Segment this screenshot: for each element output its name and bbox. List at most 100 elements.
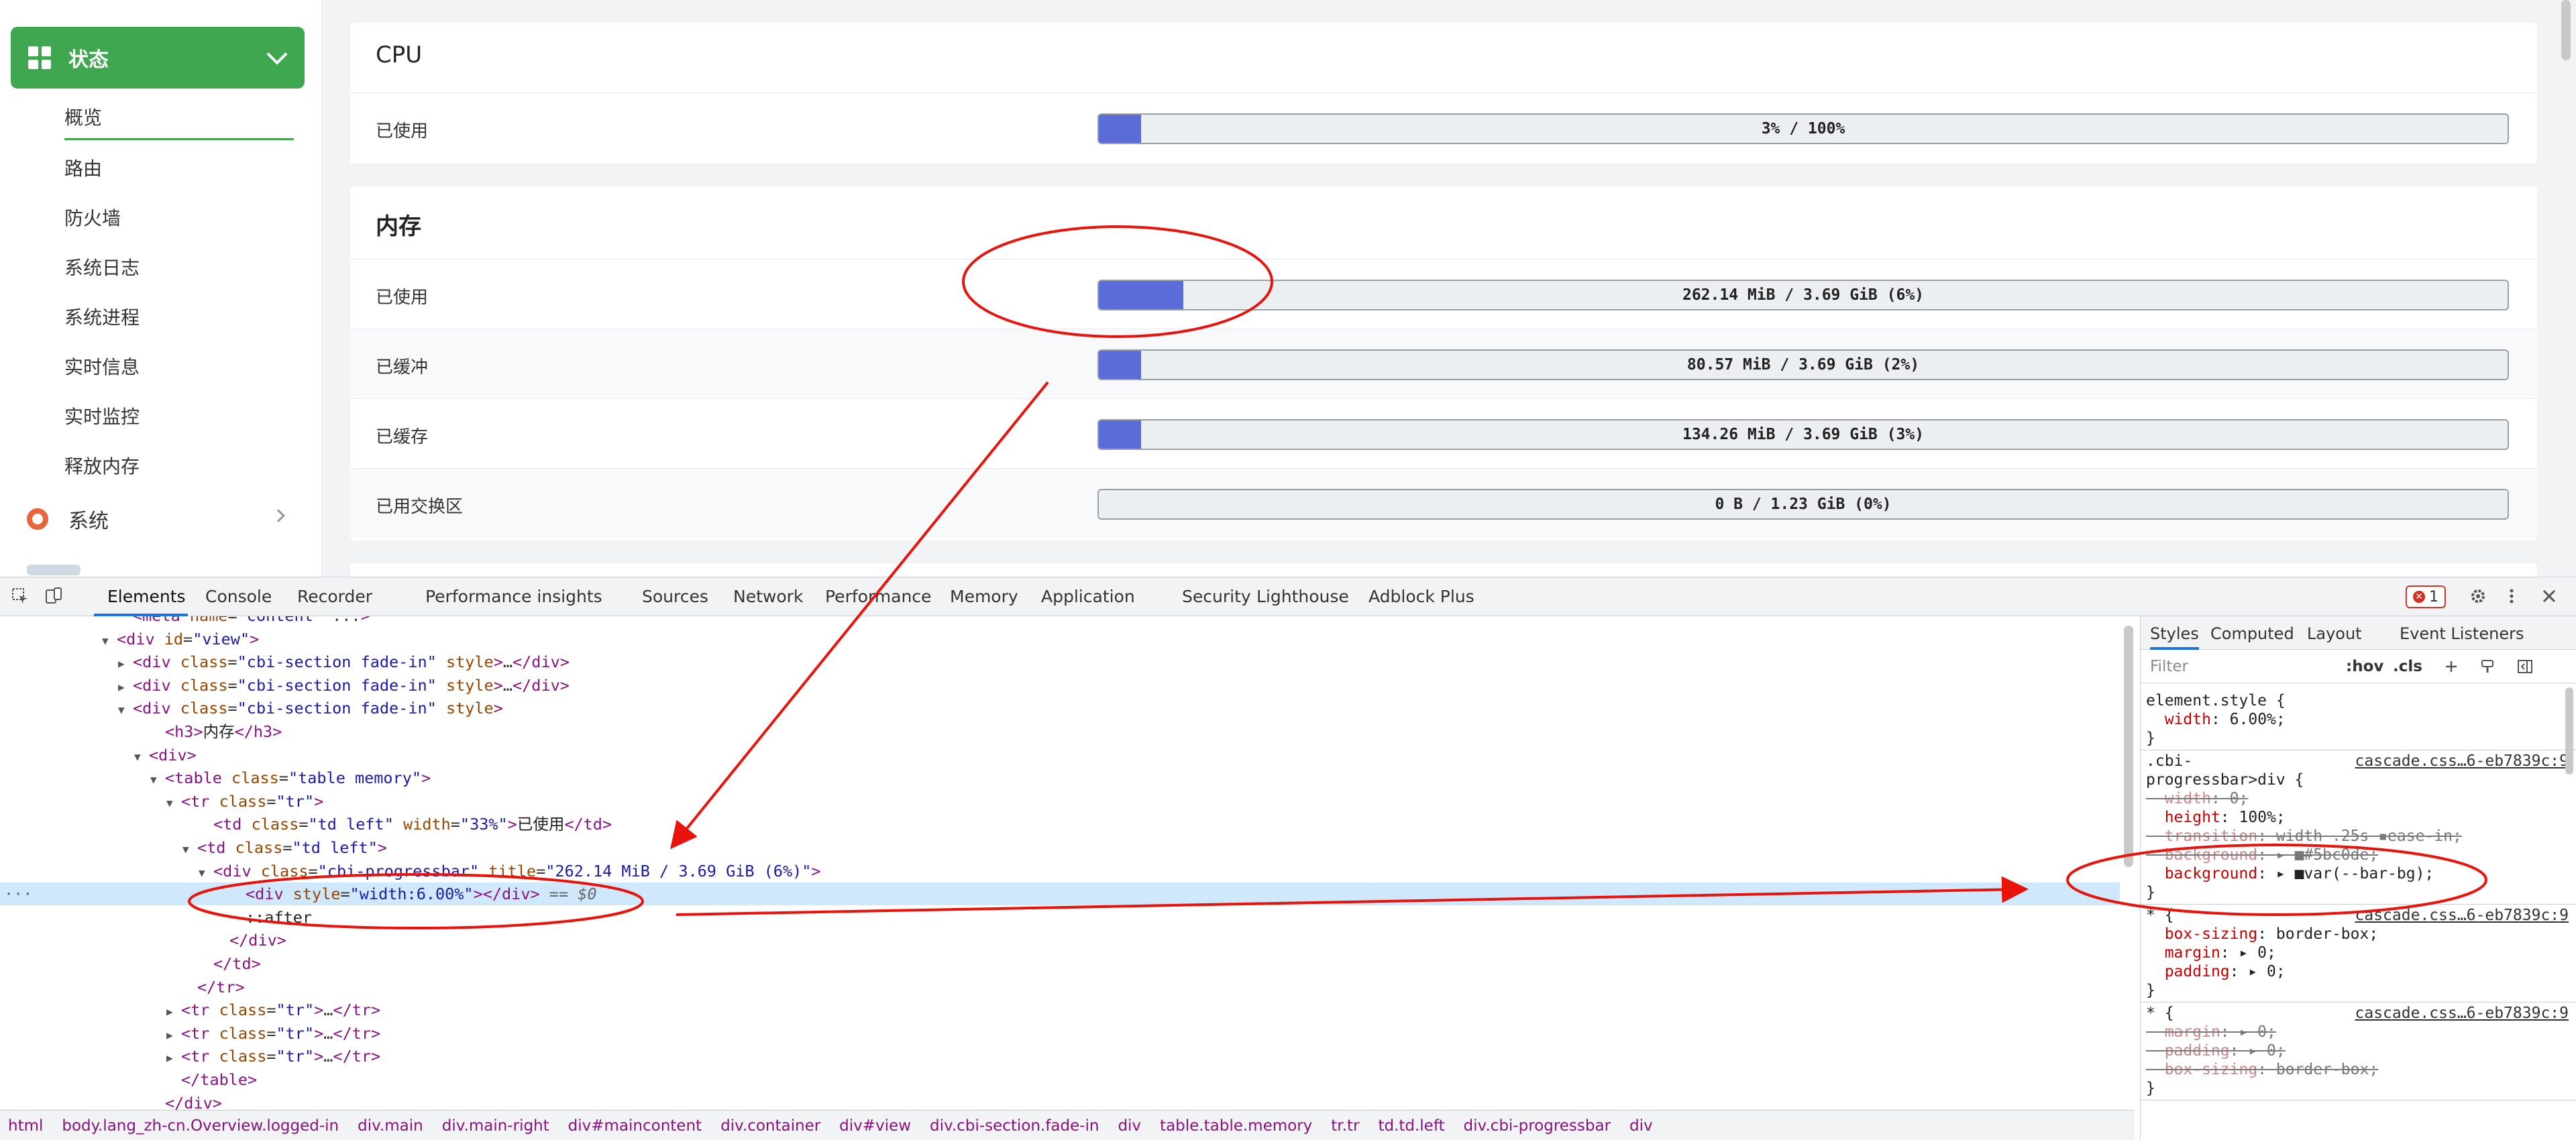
dom-node[interactable]: ▶ <tr class="tr">…</tr> bbox=[0, 1022, 2120, 1045]
breadcrumb-item[interactable]: div bbox=[1629, 1117, 1653, 1135]
css-property[interactable]: background bbox=[2165, 846, 2257, 864]
sidebar-item-routes[interactable]: 路由 bbox=[64, 154, 102, 181]
dom-node[interactable]: ▼ <tr class="tr"> bbox=[0, 790, 2120, 813]
css-value[interactable]: : 100%; bbox=[2220, 809, 2286, 826]
style-line[interactable]: width: 0; bbox=[2146, 789, 2569, 808]
dom-node[interactable]: ▶ <tr class="tr">…</tr> bbox=[0, 1045, 2120, 1068]
style-line[interactable]: background: ▸ ■var(--bar-bg); bbox=[2146, 864, 2569, 883]
tab-console[interactable]: Console bbox=[205, 587, 272, 606]
css-value[interactable]: : ▸ ■#5bc0de; bbox=[2257, 846, 2378, 864]
css-value[interactable]: : ▸ 0; bbox=[2220, 944, 2276, 962]
css-property[interactable]: background bbox=[2165, 865, 2257, 882]
dom-node[interactable]: ▼ <div class="cbi-section fade-in" style> bbox=[0, 697, 2120, 720]
sidebar-item-processes[interactable]: 系统进程 bbox=[64, 303, 140, 330]
breadcrumb-item[interactable]: div#view bbox=[839, 1117, 911, 1135]
style-line[interactable]: transition: width .25s ▪ease-in; bbox=[2146, 827, 2569, 846]
page-scrollbar[interactable] bbox=[2561, 0, 2571, 60]
dom-node[interactable]: ::after bbox=[0, 906, 2120, 929]
error-count-badge[interactable]: ✕ 1 bbox=[2406, 585, 2446, 608]
dom-node[interactable]: ▶ <div class="cbi-section fade-in" style>… bbox=[0, 674, 2120, 697]
node-actions-icon[interactable]: ··· bbox=[4, 882, 32, 905]
style-line[interactable]: progressbar>div { bbox=[2146, 771, 2569, 789]
css-value[interactable]: : 0; bbox=[2211, 790, 2248, 807]
breadcrumb-item[interactable]: div.cbi-progressbar bbox=[1464, 1117, 1611, 1135]
style-line[interactable]: box-sizing: border-box; bbox=[2146, 1060, 2569, 1079]
cls-toggle[interactable]: .cls bbox=[2393, 658, 2422, 675]
breadcrumb-item[interactable]: tr.tr bbox=[1331, 1117, 1359, 1135]
tab-recorder[interactable]: Recorder bbox=[297, 587, 372, 606]
dom-node[interactable]: </table> bbox=[0, 1068, 2120, 1091]
tab-security[interactable]: Security bbox=[1182, 587, 1251, 606]
style-source-link[interactable]: cascade.css…6-eb7839c:9 bbox=[2355, 1004, 2569, 1023]
css-property[interactable]: height bbox=[2165, 809, 2220, 826]
breadcrumb-item[interactable]: div bbox=[1118, 1117, 1141, 1135]
close-icon[interactable] bbox=[2540, 587, 2559, 606]
css-property[interactable]: transition bbox=[2165, 828, 2257, 845]
sidebar-toggle-icon[interactable] bbox=[2516, 658, 2534, 675]
style-line[interactable]: * {cascade.css…6-eb7839c:9 bbox=[2146, 906, 2569, 925]
breadcrumb-item[interactable]: div.cbi-section.fade-in bbox=[930, 1117, 1099, 1135]
dom-node[interactable]: ▼ <div class="cbi-progressbar" title="262… bbox=[0, 860, 2120, 882]
style-line[interactable]: margin: ▸ 0; bbox=[2146, 1023, 2569, 1041]
style-line[interactable]: box-sizing: border-box; bbox=[2146, 925, 2569, 944]
settings-gear-icon[interactable] bbox=[2469, 587, 2487, 606]
css-property[interactable]: width bbox=[2165, 711, 2211, 728]
css-property[interactable]: width bbox=[2165, 790, 2211, 807]
style-source-link[interactable]: cascade.css…6-eb7839c:9 bbox=[2355, 752, 2569, 771]
dom-node[interactable]: ▼ <table class="table memory"> bbox=[0, 766, 2120, 789]
css-value[interactable]: : ▸ 0; bbox=[2230, 963, 2286, 980]
breadcrumb-item[interactable]: td.td.left bbox=[1378, 1117, 1444, 1135]
css-value[interactable]: : border-box; bbox=[2257, 1061, 2378, 1078]
dom-node[interactable]: </td> bbox=[0, 952, 2120, 975]
style-source-link[interactable]: cascade.css…6-eb7839c:9 bbox=[2355, 906, 2569, 925]
style-line[interactable]: padding: ▸ 0; bbox=[2146, 1041, 2569, 1060]
breadcrumb-item[interactable]: div.main-right bbox=[442, 1117, 549, 1135]
styles-scrollbar[interactable] bbox=[2565, 687, 2573, 775]
dom-node[interactable]: </div> bbox=[0, 1092, 2120, 1110]
styles-filter-input[interactable]: Filter bbox=[2150, 658, 2188, 675]
styles-tab-styles[interactable]: Styles bbox=[2150, 624, 2199, 650]
css-value[interactable]: : 6.00%; bbox=[2211, 711, 2286, 728]
dom-node[interactable]: <td class="td left" width="33%">已使用</td> bbox=[0, 813, 2120, 836]
style-line[interactable]: } bbox=[2146, 981, 2569, 1000]
tab-application[interactable]: Application bbox=[1041, 587, 1135, 606]
css-value[interactable]: : border-box; bbox=[2257, 925, 2378, 943]
breadcrumb-item[interactable]: html bbox=[8, 1117, 43, 1135]
css-value[interactable]: : ▸ ■var(--bar-bg); bbox=[2257, 865, 2434, 882]
tab-network[interactable]: Network bbox=[733, 587, 803, 606]
device-toolbar-icon[interactable] bbox=[44, 587, 63, 606]
tab-sources[interactable]: Sources bbox=[642, 587, 708, 606]
breadcrumb-item[interactable]: table.table.memory bbox=[1160, 1117, 1312, 1135]
css-property[interactable]: margin bbox=[2165, 1023, 2220, 1041]
paint-icon[interactable] bbox=[2479, 658, 2496, 675]
add-rule-icon[interactable] bbox=[2443, 658, 2460, 675]
style-line[interactable]: width: 6.00%; bbox=[2146, 710, 2569, 729]
nav-system[interactable]: 系统 bbox=[27, 504, 285, 534]
dom-node[interactable]: </tr> bbox=[0, 976, 2120, 999]
sidebar-item-overview[interactable]: 概览 bbox=[64, 103, 102, 130]
styles-tab-computed[interactable]: Computed bbox=[2210, 624, 2294, 643]
style-line[interactable]: * {cascade.css…6-eb7839c:9 bbox=[2146, 1004, 2569, 1023]
style-line[interactable]: .cbi-cascade.css…6-eb7839c:9 bbox=[2146, 752, 2569, 771]
css-property[interactable]: padding bbox=[2165, 1042, 2230, 1060]
nav-item-partial[interactable] bbox=[27, 565, 80, 575]
dom-node[interactable]: ▼ <div> bbox=[0, 744, 2120, 766]
tab-lighthouse[interactable]: Lighthouse bbox=[1256, 587, 1349, 606]
style-line[interactable]: } bbox=[2146, 729, 2569, 748]
tab-performance[interactable]: Performance bbox=[825, 587, 931, 606]
sidebar-item-firewall[interactable]: 防火墙 bbox=[64, 204, 121, 231]
breadcrumb-item[interactable]: div#maincontent bbox=[568, 1117, 702, 1135]
style-line[interactable]: } bbox=[2146, 883, 2569, 902]
dom-scrollbar[interactable] bbox=[2124, 626, 2133, 867]
styles-tab-layout[interactable]: Layout bbox=[2307, 624, 2362, 643]
breadcrumb-item[interactable]: div.container bbox=[720, 1117, 820, 1135]
sidebar-item-realtime-info[interactable]: 实时信息 bbox=[64, 353, 140, 380]
css-value[interactable]: : width .25s ▪ease-in; bbox=[2257, 828, 2462, 845]
style-line[interactable]: margin: ▸ 0; bbox=[2146, 944, 2569, 962]
style-line[interactable]: height: 100%; bbox=[2146, 808, 2569, 827]
inspect-icon[interactable] bbox=[11, 587, 30, 606]
style-line[interactable]: padding: ▸ 0; bbox=[2146, 962, 2569, 981]
css-value[interactable]: : ▸ 0; bbox=[2230, 1042, 2286, 1060]
style-line[interactable]: background: ▸ ■#5bc0de; bbox=[2146, 846, 2569, 864]
nav-status[interactable]: 状态 bbox=[11, 27, 305, 89]
